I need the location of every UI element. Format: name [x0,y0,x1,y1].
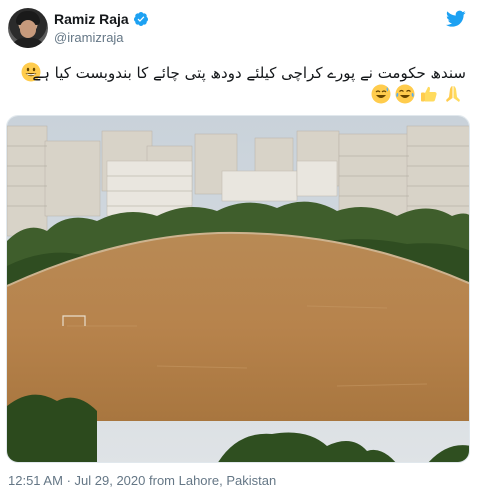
separator-dot: · [66,473,71,488]
tweet-location: from Lahore, Pakistan [149,473,277,488]
tweet-date[interactable]: Jul 29, 2020 [75,473,146,488]
avatar[interactable] [8,8,48,48]
tweet-text: سندھ حکومت نے پورے کراچی کیلئے دودھ پتی … [32,64,466,82]
display-name[interactable]: Ramiz Raja [54,11,129,27]
emoji-row [370,84,464,104]
twitter-bird-icon[interactable] [446,10,466,28]
tweet-photo[interactable] [6,115,470,463]
tears-of-joy-emoji-icon [395,84,415,104]
tweet-time[interactable]: 12:51 AM [8,473,63,488]
tweet-timestamp[interactable]: 12:51 AM · Jul 29, 2020 from Lahore, Pak… [8,473,276,488]
tweet-card[interactable]: Ramiz Raja @iramizraja سندھ حکومت نے پور… [0,0,478,497]
author-handle[interactable]: @iramizraja [54,30,124,45]
verified-badge-icon [133,12,148,26]
author-name-row[interactable]: Ramiz Raja [54,11,149,27]
thumbs-up-emoji-icon [421,86,437,102]
flooded-field-image [7,116,469,462]
sweat-smile-emoji-icon [371,84,391,104]
folded-hands-emoji-icon [446,86,460,102]
